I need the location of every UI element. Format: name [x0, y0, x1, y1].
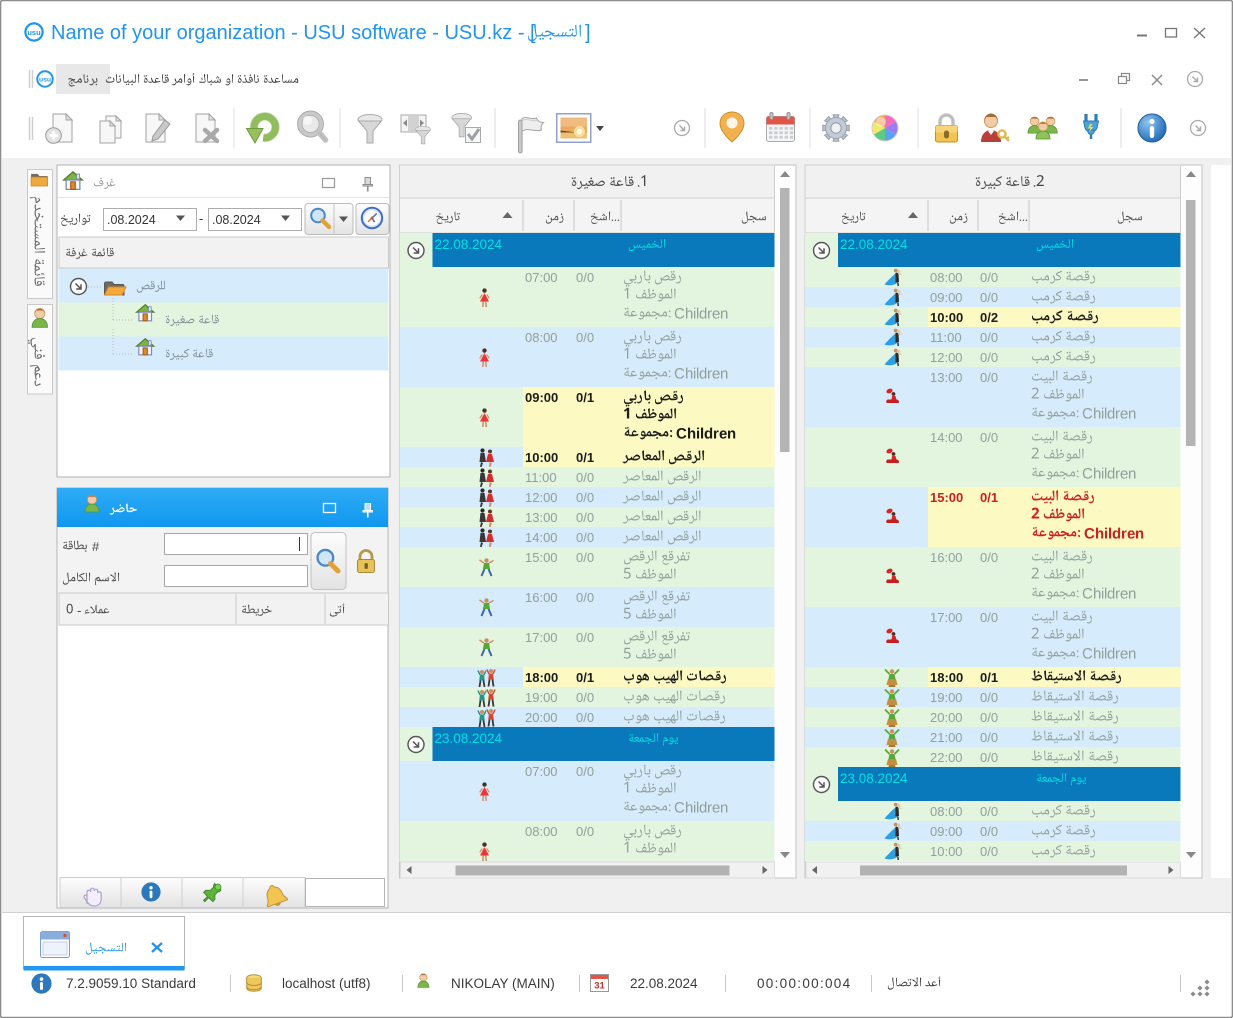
svg-text:08:00: 08:00 [930, 270, 963, 285]
svg-text:0/0: 0/0 [980, 610, 998, 625]
svg-text:0/1: 0/1 [576, 670, 594, 685]
svg-text:09:00: 09:00 [930, 824, 963, 839]
svg-text:0/0: 0/0 [576, 270, 594, 285]
svg-text:22.08.2024: 22.08.2024 [435, 237, 503, 252]
svg-text:.08.2024: .08.2024 [107, 213, 156, 227]
svg-text:23.08.2024: 23.08.2024 [435, 731, 503, 746]
svg-text:14:00: 14:00 [525, 530, 558, 545]
svg-text:Name of your organization - US: Name of your organization - USU software… [51, 22, 536, 44]
svg-text:10:00: 10:00 [930, 310, 963, 325]
svg-text:7.2.9059.10 Standard: 7.2.9059.10 Standard [66, 976, 196, 991]
svg-text:17:00: 17:00 [525, 630, 558, 645]
svg-text:0/0: 0/0 [980, 824, 998, 839]
svg-text:0/0: 0/0 [576, 330, 594, 345]
svg-text:0/0: 0/0 [980, 750, 998, 765]
svg-text:0/0: 0/0 [980, 730, 998, 745]
svg-text:21:00: 21:00 [930, 730, 963, 745]
svg-text:22.08.2024: 22.08.2024 [630, 976, 698, 991]
svg-text:18:00: 18:00 [930, 670, 963, 685]
svg-text:0/0: 0/0 [576, 824, 594, 839]
svg-text:0/0: 0/0 [576, 630, 594, 645]
svg-text:0/0: 0/0 [576, 550, 594, 565]
svg-text:NIKOLAY (MAIN): NIKOLAY (MAIN) [451, 976, 555, 991]
svg-text:09:00: 09:00 [930, 290, 963, 305]
svg-text:0/0: 0/0 [576, 710, 594, 725]
svg-text:10:00: 10:00 [930, 844, 963, 859]
svg-text:08:00: 08:00 [525, 330, 558, 345]
svg-text:22:00: 22:00 [930, 750, 963, 765]
svg-text:.08.2024: .08.2024 [212, 213, 261, 227]
svg-text:19:00: 19:00 [930, 690, 963, 705]
svg-text:0/1: 0/1 [576, 390, 594, 405]
svg-text:0/1: 0/1 [980, 490, 998, 505]
svg-text:09:00: 09:00 [525, 390, 558, 405]
svg-text:12:00: 12:00 [525, 490, 558, 505]
svg-text:13:00: 13:00 [930, 370, 963, 385]
svg-text:20:00: 20:00 [525, 710, 558, 725]
svg-text:0/1: 0/1 [576, 450, 594, 465]
svg-text:0/0: 0/0 [576, 490, 594, 505]
svg-text:10:00: 10:00 [525, 450, 558, 465]
svg-text:20:00: 20:00 [930, 710, 963, 725]
svg-text:07:00: 07:00 [525, 764, 558, 779]
svg-text:14:00: 14:00 [930, 430, 963, 445]
svg-text:0/0: 0/0 [576, 470, 594, 485]
svg-text:0/0: 0/0 [980, 430, 998, 445]
svg-text:0/0: 0/0 [980, 804, 998, 819]
svg-text:0/0: 0/0 [576, 590, 594, 605]
svg-text:0/0: 0/0 [980, 270, 998, 285]
svg-text:15:00: 15:00 [525, 550, 558, 565]
svg-text:17:00: 17:00 [930, 610, 963, 625]
svg-text:23.08.2024: 23.08.2024 [840, 771, 908, 786]
svg-text:-: - [199, 211, 203, 226]
svg-text:0/0: 0/0 [576, 510, 594, 525]
svg-text:0/0: 0/0 [576, 530, 594, 545]
svg-text:0/0: 0/0 [576, 690, 594, 705]
svg-text:12:00: 12:00 [930, 350, 963, 365]
svg-text:15:00: 15:00 [930, 490, 963, 505]
svg-text:localhost (utf8): localhost (utf8) [282, 976, 371, 991]
svg-text:18:00: 18:00 [525, 670, 558, 685]
svg-text:22.08.2024: 22.08.2024 [840, 237, 908, 252]
svg-text:0/0: 0/0 [980, 330, 998, 345]
svg-text:11:00: 11:00 [525, 470, 557, 485]
svg-text:0/0: 0/0 [576, 764, 594, 779]
svg-text:0/2: 0/2 [980, 310, 998, 325]
svg-text:0/1: 0/1 [980, 670, 998, 685]
svg-text:0/0: 0/0 [980, 350, 998, 365]
svg-text:11:00: 11:00 [930, 330, 962, 345]
svg-text:]: ] [585, 22, 591, 44]
svg-text:19:00: 19:00 [525, 690, 558, 705]
svg-text:0/0: 0/0 [980, 550, 998, 565]
svg-text:0/0: 0/0 [980, 710, 998, 725]
svg-text:08:00: 08:00 [525, 824, 558, 839]
svg-text:07:00: 07:00 [525, 270, 558, 285]
svg-text:00:00:00:004: 00:00:00:004 [757, 976, 851, 991]
svg-text:08:00: 08:00 [930, 804, 963, 819]
svg-text:16:00: 16:00 [525, 590, 558, 605]
svg-text:13:00: 13:00 [525, 510, 558, 525]
svg-text:0/0: 0/0 [980, 844, 998, 859]
svg-text:0/0: 0/0 [980, 370, 998, 385]
svg-text:0/0: 0/0 [980, 690, 998, 705]
svg-text:0/0: 0/0 [980, 290, 998, 305]
svg-text:16:00: 16:00 [930, 550, 963, 565]
